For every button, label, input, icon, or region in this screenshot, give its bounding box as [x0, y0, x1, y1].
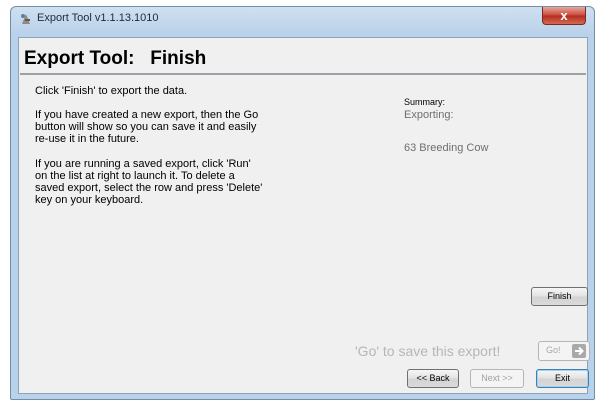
finish-button[interactable]: Finish	[531, 287, 588, 306]
export-tool-icon	[21, 14, 30, 24]
exit-button[interactable]: Exit	[536, 369, 589, 388]
export-tool-window: Export Tool v1.1.13.1010 x Export Tool: …	[10, 6, 595, 400]
summary-exporting-label: Exporting:	[404, 109, 454, 121]
back-button[interactable]: << Back	[407, 369, 459, 388]
page-title: Export Tool: Finish	[24, 48, 207, 69]
summary-export-item: 63 Breeding Cow	[404, 142, 489, 154]
summary-label: Summary:	[404, 97, 446, 107]
dialog-body: Export Tool: Finish Click 'Finish' to ex…	[18, 37, 590, 394]
header-divider	[20, 73, 586, 75]
title-bar[interactable]: Export Tool v1.1.13.1010 x	[11, 7, 594, 31]
saved-export-instruction: If you are running a saved export, click…	[35, 158, 263, 206]
finish-instruction: Click 'Finish' to export the data.	[35, 85, 188, 97]
go-button[interactable]: Go!	[538, 341, 590, 361]
window-title: Export Tool v1.1.13.1010	[37, 12, 159, 24]
arrow-right-icon	[572, 344, 586, 358]
go-save-hint: 'Go' to save this export!	[355, 343, 501, 359]
next-button[interactable]: Next >>	[470, 369, 524, 388]
close-icon: x	[560, 8, 568, 23]
go-button-instruction: If you have created a new export, then t…	[35, 109, 259, 145]
close-button[interactable]: x	[542, 7, 586, 25]
go-button-label: Go!	[546, 345, 561, 355]
